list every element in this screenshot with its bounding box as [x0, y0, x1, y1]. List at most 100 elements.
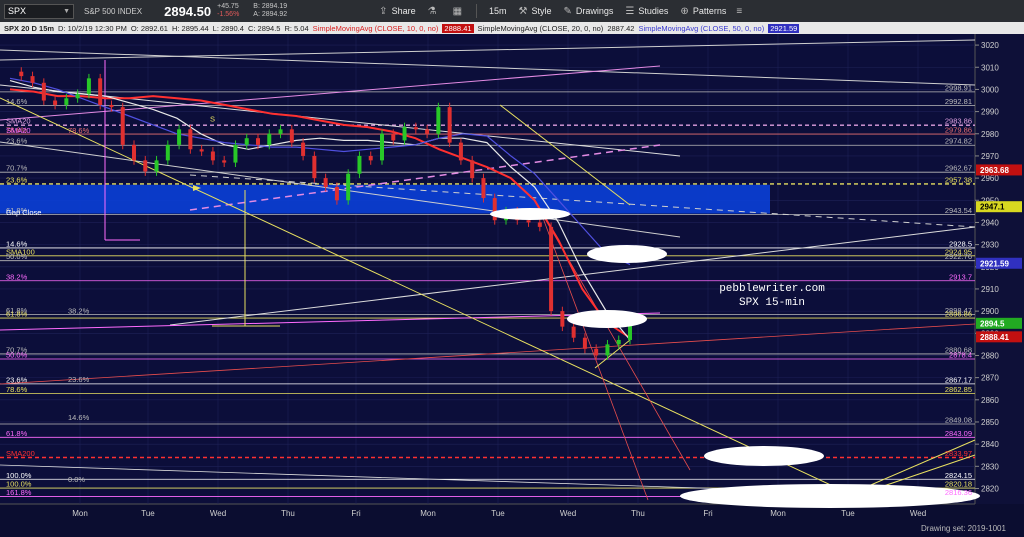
- price-chart[interactable]: 14.6% SMA20 78.6% 23.6% 70.7% 23.6% 61.8% 14.6%…: [0, 34, 1024, 537]
- candle-body[interactable]: [120, 107, 125, 145]
- y-tick-label: 2980: [981, 130, 999, 139]
- candle-body[interactable]: [447, 107, 452, 143]
- candle-body[interactable]: [244, 138, 249, 145]
- menu-icon: ≡: [736, 5, 743, 17]
- candle-body[interactable]: [301, 142, 306, 156]
- candle-body[interactable]: [19, 71, 24, 77]
- candle-body[interactable]: [222, 160, 227, 163]
- target-ellipse[interactable]: [587, 245, 667, 263]
- candle-body[interactable]: [210, 151, 215, 161]
- candle-body[interactable]: [380, 133, 384, 161]
- share-button[interactable]: ⇪ Share: [379, 6, 415, 17]
- candle-body[interactable]: [560, 311, 565, 327]
- y-tick-label: 2930: [981, 241, 999, 250]
- sma10-label[interactable]: SimpleMovingAvg (CLOSE, 10, 0, no): [313, 24, 439, 33]
- candle-body[interactable]: [616, 339, 621, 345]
- candle-body[interactable]: [436, 107, 441, 134]
- candle-body[interactable]: [289, 129, 294, 143]
- candle-body[interactable]: [402, 127, 407, 141]
- grid-button[interactable]: ▦: [453, 6, 466, 17]
- candle-body[interactable]: [233, 144, 238, 163]
- price-tag-label: 2921.59: [980, 259, 1009, 268]
- candle-body[interactable]: [199, 149, 204, 152]
- target-ellipse[interactable]: [704, 446, 824, 466]
- candle-body[interactable]: [165, 144, 170, 161]
- candle-body[interactable]: [256, 138, 260, 145]
- candle-body[interactable]: [425, 129, 430, 134]
- y-tick-label: 2940: [981, 218, 999, 227]
- candle-body[interactable]: [334, 186, 339, 201]
- candle-body[interactable]: [458, 142, 463, 161]
- candle-body[interactable]: [526, 220, 531, 223]
- y-tick-label: 2870: [981, 374, 999, 383]
- sma20-label[interactable]: SimpleMovingAvg (CLOSE, 20, 0, no): [478, 24, 604, 33]
- candle-body[interactable]: [413, 127, 418, 130]
- candle-body[interactable]: [391, 133, 396, 141]
- candle-body[interactable]: [605, 344, 610, 356]
- candle-body[interactable]: [177, 129, 182, 145]
- instrument-name: S&P 500 INDEX: [84, 6, 143, 16]
- candle-body[interactable]: [582, 337, 587, 349]
- symbol-text: SPX: [8, 6, 27, 16]
- menu-button[interactable]: ≡: [736, 6, 746, 17]
- candle-body[interactable]: [312, 155, 317, 179]
- level-right-label: 2957.38: [945, 175, 972, 184]
- chart-inner-label: Gap Close: [6, 208, 41, 217]
- chart-inner-label: 38.2%: [68, 306, 90, 315]
- target-ellipse[interactable]: [567, 310, 647, 328]
- target-ellipse[interactable]: [490, 208, 570, 220]
- y-tick-label: 2900: [981, 307, 999, 316]
- candle-body[interactable]: [30, 76, 35, 83]
- x-tick-label: Thu: [281, 509, 295, 518]
- level-right-label: 2896.86: [945, 310, 972, 319]
- sma50-label[interactable]: SimpleMovingAvg (CLOSE, 50, 0, no): [638, 24, 764, 33]
- candle-body[interactable]: [357, 155, 362, 174]
- x-tick-label: Mon: [72, 509, 88, 518]
- candle-body[interactable]: [278, 129, 283, 134]
- candle-body[interactable]: [346, 173, 351, 201]
- candle-body[interactable]: [537, 222, 542, 227]
- level-left-label: 78.6%: [6, 385, 28, 394]
- symbol-selector[interactable]: SPX ▼: [4, 3, 74, 19]
- candle-body[interactable]: [571, 326, 576, 338]
- chart-inner-label: 78.6%: [68, 126, 90, 135]
- interval-button[interactable]: 15m: [489, 6, 507, 16]
- candle-body[interactable]: [628, 324, 632, 340]
- level-left-label: 38.2%: [6, 272, 28, 281]
- candle-body[interactable]: [549, 226, 554, 312]
- candle-body[interactable]: [143, 160, 148, 172]
- studies-button[interactable]: ☰ Studies: [625, 6, 668, 17]
- level-right-label: 2867.17: [945, 375, 972, 384]
- level-right-label: 2824.15: [945, 471, 972, 480]
- candle-body[interactable]: [368, 155, 373, 161]
- candle-body[interactable]: [188, 129, 193, 150]
- y-tick-label: 2880: [981, 351, 999, 360]
- candle-body[interactable]: [98, 78, 103, 105]
- candle-body[interactable]: [53, 100, 58, 105]
- y-tick-label: 2990: [981, 108, 999, 117]
- candle-body[interactable]: [323, 178, 328, 187]
- candle-body[interactable]: [109, 104, 114, 108]
- candle-body[interactable]: [594, 348, 599, 356]
- candle-body[interactable]: [132, 144, 136, 161]
- price-tag-label: 2888.41: [980, 333, 1009, 342]
- candle-body[interactable]: [41, 82, 46, 101]
- bar-date: D: 10/2/19 12:30 PM: [58, 23, 127, 33]
- candle-body[interactable]: [154, 160, 159, 172]
- target-ellipse[interactable]: [680, 484, 980, 508]
- drawings-button[interactable]: ✎ Drawings: [564, 6, 614, 17]
- style-button[interactable]: ⚒ Style: [519, 6, 552, 17]
- x-tick-label: Tue: [841, 509, 855, 518]
- candle-body[interactable]: [481, 178, 486, 199]
- level-left-label: 50.0%: [6, 252, 28, 261]
- candle-body[interactable]: [75, 93, 80, 99]
- candle-body[interactable]: [470, 160, 475, 179]
- candle-body[interactable]: [267, 133, 272, 145]
- candle-body[interactable]: [64, 98, 69, 105]
- candle-body[interactable]: [86, 78, 91, 94]
- x-tick-label: Mon: [420, 509, 436, 518]
- flask-button[interactable]: ⚗: [428, 6, 441, 17]
- price-tag-label: 2947.1: [980, 203, 1005, 212]
- grid-icon: ▦: [452, 5, 463, 17]
- patterns-button[interactable]: ⊕ Patterns: [680, 6, 726, 17]
